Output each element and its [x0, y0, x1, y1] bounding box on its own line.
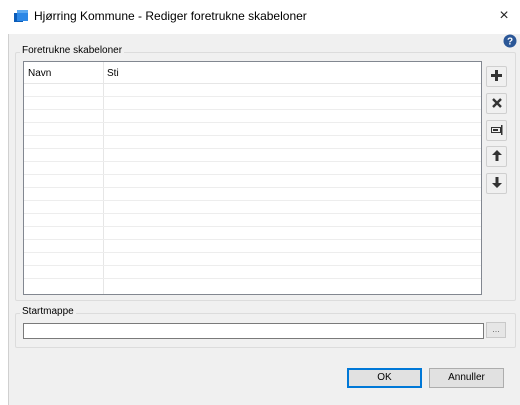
column-header-sti[interactable]: Sti — [107, 68, 119, 79]
list-row-line — [24, 278, 481, 279]
list-row-line — [24, 174, 481, 175]
title-bar[interactable]: Hjørring Kommune - Rediger foretrukne sk… — [0, 0, 520, 34]
app-icon — [13, 9, 29, 25]
list-row-line — [24, 148, 481, 149]
move-up-button[interactable] — [486, 146, 507, 167]
list-row-line — [24, 135, 481, 136]
browse-button[interactable]: ... — [486, 322, 506, 338]
list-row-line — [24, 265, 481, 266]
list-row-line — [24, 239, 481, 240]
templates-list[interactable]: Navn Sti — [23, 61, 482, 295]
list-row-line — [24, 213, 481, 214]
add-button[interactable] — [486, 66, 507, 87]
start-folder-input[interactable] — [23, 323, 484, 339]
list-row-line — [24, 200, 481, 201]
arrow-up-icon — [491, 148, 502, 166]
rename-icon — [490, 122, 503, 140]
ok-button[interactable]: OK — [347, 368, 422, 388]
help-icon[interactable]: ? — [503, 34, 517, 48]
arrow-down-icon — [491, 175, 502, 193]
svg-text:?: ? — [507, 37, 513, 48]
list-row-line — [24, 122, 481, 123]
list-row-line — [24, 96, 481, 97]
window-title: Hjørring Kommune - Rediger foretrukne sk… — [34, 9, 307, 23]
cancel-button[interactable]: Annuller — [429, 368, 504, 388]
add-icon — [491, 68, 502, 86]
dialog-body: ? Foretrukne skabeloner Navn Sti Startma… — [8, 34, 520, 405]
start-folder-label: Startmappe — [20, 306, 76, 317]
templates-group-label: Foretrukne skabeloner — [20, 45, 125, 56]
close-button[interactable]: × — [494, 6, 514, 26]
dialog-window: Hjørring Kommune - Rediger foretrukne sk… — [0, 0, 520, 405]
list-row-line — [24, 161, 481, 162]
remove-button[interactable] — [486, 93, 507, 114]
rename-button[interactable] — [486, 120, 507, 141]
list-row-line — [24, 226, 481, 227]
list-row-line — [24, 252, 481, 253]
list-row-line — [24, 109, 481, 110]
remove-icon — [491, 95, 502, 113]
list-header: Navn Sti — [24, 62, 481, 84]
move-down-button[interactable] — [486, 173, 507, 194]
column-header-navn[interactable]: Navn — [28, 68, 51, 79]
list-row-line — [24, 187, 481, 188]
